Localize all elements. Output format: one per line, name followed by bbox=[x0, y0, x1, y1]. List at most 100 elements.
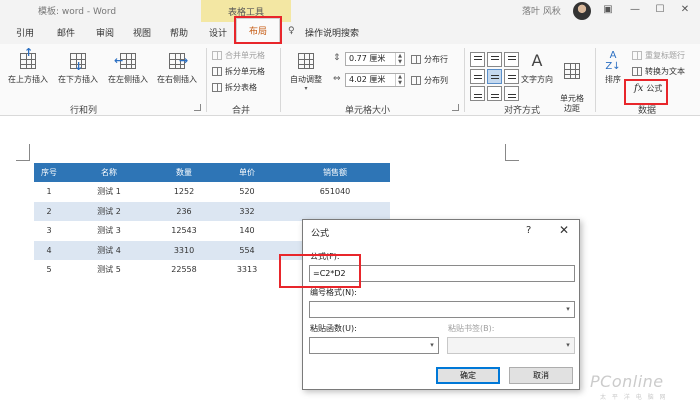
table-cell[interactable]: 140 bbox=[214, 221, 280, 241]
insert-left-button[interactable]: ← 在左侧插入 bbox=[103, 50, 153, 85]
table-cell[interactable]: 651040 bbox=[280, 182, 390, 202]
tab-design[interactable]: 设计 bbox=[209, 26, 227, 39]
rows-cols-launcher-icon[interactable] bbox=[194, 104, 201, 111]
restore-icon[interactable]: ☐ bbox=[653, 3, 667, 17]
table-cell[interactable]: 520 bbox=[214, 182, 280, 202]
row-height-stepper[interactable]: 0.77 厘米 ▲ ▼ bbox=[345, 52, 405, 66]
split-table-button[interactable]: 拆分表格 bbox=[212, 81, 257, 94]
distribute-cols-button[interactable]: 分布列 bbox=[411, 74, 448, 87]
align-top-center-button[interactable] bbox=[487, 52, 502, 67]
table-cell[interactable]: 12543 bbox=[154, 221, 214, 241]
merge-cells-button[interactable]: 合并单元格 bbox=[212, 49, 265, 62]
tab-view[interactable]: 视图 bbox=[133, 26, 151, 39]
sort-button[interactable]: A Z↓ 排序 bbox=[600, 50, 626, 85]
tab-references[interactable]: 引用 bbox=[16, 26, 34, 39]
ribbon-tabs: 引用 邮件 审阅 视图 帮助 设计 ♀ 操作说明搜索 bbox=[0, 22, 700, 44]
distribute-rows-icon bbox=[411, 55, 421, 64]
arrow-down-icon: ↓ bbox=[74, 60, 84, 73]
stepper-arrows-icon[interactable]: ▲ ▼ bbox=[395, 74, 404, 86]
distribute-rows-button[interactable]: 分布行 bbox=[411, 53, 448, 66]
column-header[interactable]: 名称 bbox=[64, 163, 154, 182]
arrow-right-icon: → bbox=[179, 54, 189, 67]
insert-right-button[interactable]: → 在右侧插入 bbox=[152, 50, 202, 85]
column-width-icon: ⇔ bbox=[333, 74, 341, 84]
column-header[interactable]: 数量 bbox=[154, 163, 214, 182]
distribute-cols-icon bbox=[411, 76, 421, 85]
column-header[interactable]: 销售额 bbox=[280, 163, 390, 182]
tab-mailings[interactable]: 邮件 bbox=[57, 26, 75, 39]
avatar[interactable] bbox=[573, 2, 591, 20]
align-top-left-button[interactable] bbox=[470, 52, 485, 67]
split-cells-button[interactable]: 拆分单元格 bbox=[212, 65, 265, 78]
split-cells-label: 拆分单元格 bbox=[225, 67, 265, 76]
table-cell[interactable]: 测试 5 bbox=[64, 260, 154, 280]
cancel-button[interactable]: 取消 bbox=[509, 367, 573, 384]
align-bottom-right-button[interactable] bbox=[504, 86, 519, 101]
repeat-header-button[interactable]: 重复标题行 bbox=[632, 49, 685, 62]
convert-to-text-button[interactable]: 转换为文本 bbox=[632, 65, 685, 78]
row-height-value: 0.77 厘米 bbox=[349, 54, 386, 63]
autofit-button[interactable]: 自动调整 ▾ bbox=[284, 50, 328, 92]
document-title: 模板: word - Word bbox=[38, 7, 117, 17]
tab-review[interactable]: 审阅 bbox=[96, 26, 114, 39]
align-bottom-center-button[interactable] bbox=[487, 86, 502, 101]
tab-help[interactable]: 帮助 bbox=[170, 26, 188, 39]
table-cell[interactable]: 测试 4 bbox=[64, 240, 154, 260]
user-name[interactable]: 落叶 风秋 bbox=[522, 4, 561, 17]
column-header[interactable]: 单价 bbox=[214, 163, 280, 182]
autofit-icon bbox=[298, 53, 314, 69]
merge-cells-icon bbox=[212, 51, 222, 60]
ok-button[interactable]: 确定 bbox=[436, 367, 500, 384]
insert-right-label: 在右侧插入 bbox=[157, 75, 197, 84]
repeat-header-icon bbox=[632, 51, 642, 60]
column-header[interactable]: 序号 bbox=[34, 163, 64, 182]
table-cell[interactable]: 3313 bbox=[214, 260, 280, 280]
paste-function-label: 粘贴函数(U): bbox=[310, 324, 357, 333]
text-direction-button[interactable]: A 文字方向 bbox=[519, 50, 555, 85]
insert-below-button[interactable]: ↓ 在下方插入 bbox=[53, 50, 103, 85]
cell-margins-button[interactable]: 单元格 边距 bbox=[557, 50, 587, 114]
ribbon-display-options-icon[interactable]: ▣ bbox=[601, 3, 615, 17]
table-cell[interactable]: 测试 1 bbox=[64, 182, 154, 202]
chevron-down-icon[interactable]: ▾ bbox=[562, 302, 574, 317]
watermark-subtext: 太 平 洋 电 脑 网 bbox=[600, 394, 668, 401]
column-width-stepper[interactable]: 4.02 厘米 ▲ ▼ bbox=[345, 73, 405, 87]
table-cell[interactable]: 测试 3 bbox=[64, 221, 154, 241]
insert-above-button[interactable]: ↑ 在上方插入 bbox=[3, 46, 53, 85]
repeat-header-label: 重复标题行 bbox=[645, 51, 685, 60]
minimize-icon[interactable]: — bbox=[628, 3, 642, 17]
paste-bookmark-select[interactable]: ▾ bbox=[447, 337, 575, 354]
table-cell[interactable]: 2 bbox=[34, 201, 64, 221]
table-cell[interactable]: 3 bbox=[34, 221, 64, 241]
table-cell[interactable]: 测试 2 bbox=[64, 201, 154, 221]
close-icon[interactable]: ✕ bbox=[678, 3, 692, 17]
help-icon[interactable]: ? bbox=[526, 225, 531, 236]
align-middle-left-button[interactable] bbox=[470, 69, 485, 84]
align-middle-center-button[interactable] bbox=[487, 69, 502, 84]
table-cell[interactable]: 1252 bbox=[154, 182, 214, 202]
stepper-arrows-icon[interactable]: ▲ ▼ bbox=[395, 53, 404, 65]
align-middle-right-button[interactable] bbox=[504, 69, 519, 84]
chevron-down-icon[interactable]: ▾ bbox=[426, 338, 438, 353]
align-bottom-left-button[interactable] bbox=[470, 86, 485, 101]
table-cell[interactable]: 332 bbox=[214, 201, 280, 221]
dialog-close-icon[interactable]: ✕ bbox=[559, 223, 569, 237]
table-cell[interactable]: 22558 bbox=[154, 260, 214, 280]
table-cell[interactable]: 1 bbox=[34, 182, 64, 202]
group-divider bbox=[280, 48, 281, 112]
table-cell[interactable]: 4 bbox=[34, 240, 64, 260]
table-cell[interactable]: 3310 bbox=[154, 240, 214, 260]
table-cell[interactable]: 554 bbox=[214, 240, 280, 260]
insert-below-label: 在下方插入 bbox=[58, 75, 98, 84]
formula-field-highlight bbox=[279, 254, 361, 288]
chevron-down-icon[interactable]: ▾ bbox=[562, 338, 574, 353]
table-cell[interactable]: 5 bbox=[34, 260, 64, 280]
tell-me-search[interactable]: 操作说明搜索 bbox=[305, 26, 359, 39]
align-top-right-button[interactable] bbox=[504, 52, 519, 67]
paste-function-select[interactable]: ▾ bbox=[309, 337, 439, 354]
cell-margins-icon bbox=[564, 63, 580, 79]
lightbulb-icon: ♀ bbox=[288, 26, 295, 36]
table-cell[interactable]: 236 bbox=[154, 201, 214, 221]
number-format-select[interactable]: ▾ bbox=[309, 301, 575, 318]
cell-size-launcher-icon[interactable] bbox=[452, 104, 459, 111]
